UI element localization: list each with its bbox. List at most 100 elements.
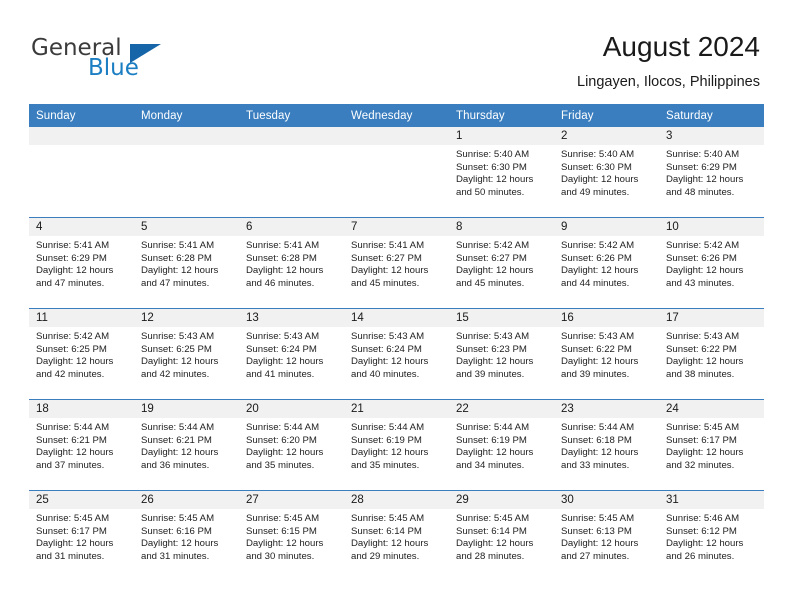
day-details: Sunrise: 5:42 AM Sunset: 6:25 PM Daylight:… (29, 327, 134, 381)
day-cell-content (344, 127, 449, 217)
calendar-day-cell[interactable]: 27 Sunrise: 5:45 AM Sunset: 6:15 PM Dayligh… (239, 490, 344, 581)
sunset-text: Sunset: 6:14 PM (456, 525, 527, 537)
calendar-day-cell[interactable]: 28 Sunrise: 5:45 AM Sunset: 6:14 PM Dayligh… (344, 490, 449, 581)
daylight-text-line1: Daylight: 12 hours (141, 447, 219, 459)
weekday-header-thursday: Thursday (449, 104, 554, 127)
calendar-day-cell[interactable]: 14 Sunrise: 5:43 AM Sunset: 6:24 PM Dayligh… (344, 308, 449, 400)
day-number: 16 (554, 309, 659, 327)
daylight-text-line1: Daylight: 12 hours (561, 447, 639, 459)
sunrise-text: Sunrise: 5:44 AM (246, 422, 320, 433)
calendar-day-cell[interactable]: 15 Sunrise: 5:43 AM Sunset: 6:23 PM Dayligh… (449, 308, 554, 400)
sunset-text: Sunset: 6:21 PM (36, 434, 107, 446)
sunrise-text: Sunrise: 5:42 AM (36, 331, 110, 342)
daylight-text-line1: Daylight: 12 hours (36, 356, 114, 368)
day-details: Sunrise: 5:41 AM Sunset: 6:29 PM Daylight:… (29, 236, 134, 290)
calendar-day-cell[interactable]: 30 Sunrise: 5:45 AM Sunset: 6:13 PM Dayligh… (554, 490, 659, 581)
day-number: 14 (344, 309, 449, 327)
daylight-text-line1: Daylight: 12 hours (456, 265, 534, 277)
day-number (29, 127, 134, 145)
daylight-text-line1: Daylight: 12 hours (246, 356, 324, 368)
daylight-text-line1: Daylight: 12 hours (36, 447, 114, 459)
sunrise-text: Sunrise: 5:44 AM (36, 422, 110, 433)
daylight-text-line1: Daylight: 12 hours (351, 356, 429, 368)
daylight-text-line2: and 38 minutes. (666, 368, 735, 380)
day-details: Sunrise: 5:45 AM Sunset: 6:17 PM Daylight:… (29, 509, 134, 563)
daylight-text-line1: Daylight: 12 hours (141, 356, 219, 368)
sunset-text: Sunset: 6:29 PM (666, 161, 737, 173)
day-cell-content: 31 Sunrise: 5:46 AM Sunset: 6:12 PM Dayligh… (659, 491, 764, 581)
sunset-text: Sunset: 6:19 PM (351, 434, 422, 446)
calendar-day-cell[interactable]: 5 Sunrise: 5:41 AM Sunset: 6:28 PM Daylight… (134, 217, 239, 309)
sunset-text: Sunset: 6:21 PM (141, 434, 212, 446)
daylight-text-line2: and 50 minutes. (456, 186, 525, 198)
brand-logo[interactable]: General Blue (31, 36, 261, 88)
day-number: 20 (239, 400, 344, 418)
calendar-day-cell[interactable]: 6 Sunrise: 5:41 AM Sunset: 6:28 PM Daylight… (239, 217, 344, 309)
calendar-day-cell[interactable]: 10 Sunrise: 5:42 AM Sunset: 6:26 PM Dayligh… (659, 217, 764, 309)
sunrise-text: Sunrise: 5:43 AM (246, 331, 320, 342)
calendar-day-cell[interactable]: 25 Sunrise: 5:45 AM Sunset: 6:17 PM Dayligh… (29, 490, 134, 581)
day-cell-content: 19 Sunrise: 5:44 AM Sunset: 6:21 PM Dayligh… (134, 400, 239, 490)
daylight-text-line1: Daylight: 12 hours (246, 447, 324, 459)
daylight-text-line1: Daylight: 12 hours (561, 356, 639, 368)
day-details: Sunrise: 5:40 AM Sunset: 6:30 PM Daylight:… (554, 145, 659, 199)
day-number: 12 (134, 309, 239, 327)
sunset-text: Sunset: 6:30 PM (456, 161, 527, 173)
day-details: Sunrise: 5:44 AM Sunset: 6:21 PM Daylight:… (134, 418, 239, 472)
day-details: Sunrise: 5:42 AM Sunset: 6:26 PM Daylight:… (659, 236, 764, 290)
calendar-day-cell[interactable]: 9 Sunrise: 5:42 AM Sunset: 6:26 PM Daylight… (554, 217, 659, 309)
page-title: August 2024 (602, 31, 760, 62)
day-cell-content (29, 127, 134, 217)
sunset-text: Sunset: 6:24 PM (351, 343, 422, 355)
calendar-day-cell[interactable]: 26 Sunrise: 5:45 AM Sunset: 6:16 PM Dayligh… (134, 490, 239, 581)
daylight-text-line2: and 31 minutes. (141, 550, 210, 562)
sunset-text: Sunset: 6:30 PM (561, 161, 632, 173)
sunrise-text: Sunrise: 5:45 AM (456, 513, 530, 524)
daylight-text-line2: and 47 minutes. (141, 277, 210, 289)
calendar-day-cell[interactable]: 22 Sunrise: 5:44 AM Sunset: 6:19 PM Dayligh… (449, 399, 554, 491)
calendar-day-cell[interactable]: 23 Sunrise: 5:44 AM Sunset: 6:18 PM Dayligh… (554, 399, 659, 491)
day-number: 22 (449, 400, 554, 418)
calendar-day-cell[interactable]: 31 Sunrise: 5:46 AM Sunset: 6:12 PM Dayligh… (659, 490, 764, 581)
calendar-day-cell[interactable]: 1 Sunrise: 5:40 AM Sunset: 6:30 PM Daylight… (449, 127, 554, 218)
calendar-day-cell[interactable]: 13 Sunrise: 5:43 AM Sunset: 6:24 PM Dayligh… (239, 308, 344, 400)
daylight-text-line1: Daylight: 12 hours (351, 265, 429, 277)
calendar-day-cell[interactable]: 11 Sunrise: 5:42 AM Sunset: 6:25 PM Dayligh… (29, 308, 134, 400)
calendar-day-cell[interactable]: 7 Sunrise: 5:41 AM Sunset: 6:27 PM Daylight… (344, 217, 449, 309)
calendar-day-cell[interactable]: 19 Sunrise: 5:44 AM Sunset: 6:21 PM Dayligh… (134, 399, 239, 491)
daylight-text-line1: Daylight: 12 hours (666, 447, 744, 459)
calendar-day-cell[interactable]: 21 Sunrise: 5:44 AM Sunset: 6:19 PM Dayligh… (344, 399, 449, 491)
daylight-text-line2: and 39 minutes. (456, 368, 525, 380)
calendar-day-cell[interactable]: 12 Sunrise: 5:43 AM Sunset: 6:25 PM Dayligh… (134, 308, 239, 400)
calendar-day-cell[interactable]: 29 Sunrise: 5:45 AM Sunset: 6:14 PM Dayligh… (449, 490, 554, 581)
day-details: Sunrise: 5:43 AM Sunset: 6:22 PM Daylight:… (659, 327, 764, 381)
calendar-week-row: 18 Sunrise: 5:44 AM Sunset: 6:21 PM Dayligh… (29, 399, 764, 491)
daylight-text-line2: and 29 minutes. (351, 550, 420, 562)
title-block: August 2024 Lingayen, Ilocos, Philippine… (577, 30, 760, 91)
calendar-day-cell[interactable]: 3 Sunrise: 5:40 AM Sunset: 6:29 PM Daylight… (659, 127, 764, 218)
sunrise-text: Sunrise: 5:45 AM (141, 513, 215, 524)
daylight-text-line1: Daylight: 12 hours (456, 356, 534, 368)
calendar-day-cell[interactable]: 8 Sunrise: 5:42 AM Sunset: 6:27 PM Daylight… (449, 217, 554, 309)
day-number (239, 127, 344, 145)
calendar-day-cell[interactable]: 24 Sunrise: 5:45 AM Sunset: 6:17 PM Dayligh… (659, 399, 764, 491)
sunrise-text: Sunrise: 5:44 AM (561, 422, 635, 433)
calendar-day-cell[interactable]: 17 Sunrise: 5:43 AM Sunset: 6:22 PM Dayligh… (659, 308, 764, 400)
brand-name-blue: Blue (88, 55, 139, 81)
day-details: Sunrise: 5:41 AM Sunset: 6:27 PM Daylight:… (344, 236, 449, 290)
day-number: 28 (344, 491, 449, 509)
sunset-text: Sunset: 6:16 PM (141, 525, 212, 537)
sunrise-text: Sunrise: 5:43 AM (141, 331, 215, 342)
day-number: 19 (134, 400, 239, 418)
calendar-day-cell[interactable]: 2 Sunrise: 5:40 AM Sunset: 6:30 PM Daylight… (554, 127, 659, 218)
calendar-day-cell[interactable]: 4 Sunrise: 5:41 AM Sunset: 6:29 PM Daylight… (29, 217, 134, 309)
calendar-table: Sunday Monday Tuesday Wednesday Thursday… (29, 104, 764, 581)
calendar-day-cell[interactable]: 18 Sunrise: 5:44 AM Sunset: 6:21 PM Dayligh… (29, 399, 134, 491)
calendar-day-cell[interactable]: 20 Sunrise: 5:44 AM Sunset: 6:20 PM Dayligh… (239, 399, 344, 491)
daylight-text-line2: and 43 minutes. (666, 277, 735, 289)
day-cell-content: 10 Sunrise: 5:42 AM Sunset: 6:26 PM Dayligh… (659, 218, 764, 308)
sunrise-text: Sunrise: 5:41 AM (351, 240, 425, 251)
day-details: Sunrise: 5:42 AM Sunset: 6:26 PM Daylight:… (554, 236, 659, 290)
day-cell-content: 9 Sunrise: 5:42 AM Sunset: 6:26 PM Daylight… (554, 218, 659, 308)
calendar-day-cell[interactable]: 16 Sunrise: 5:43 AM Sunset: 6:22 PM Dayligh… (554, 308, 659, 400)
